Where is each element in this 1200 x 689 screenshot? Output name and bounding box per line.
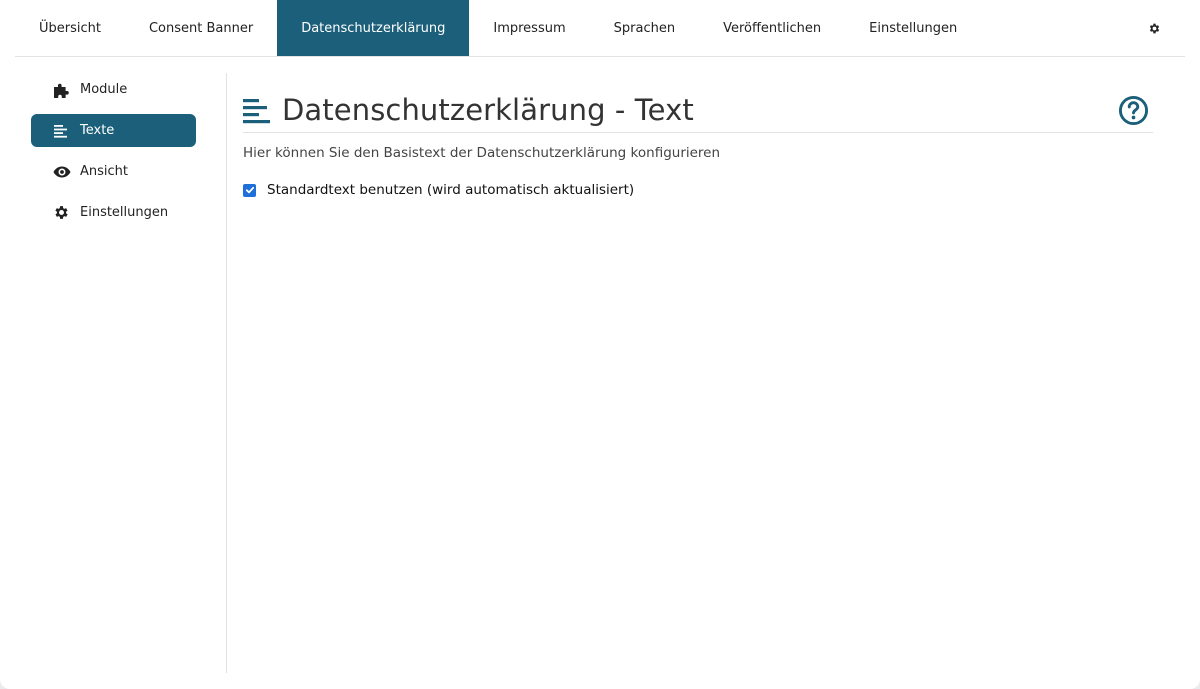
sidebar-item-label: Einstellungen <box>80 205 169 220</box>
sidebar-item-texte[interactable]: Texte <box>31 114 196 147</box>
help-button[interactable] <box>1118 95 1149 130</box>
tab-sprachen[interactable]: Sprachen <box>590 0 699 56</box>
sidebar-item-label: Module <box>80 82 128 97</box>
sidebar: Module Texte Ansicht Einstellungen <box>31 73 196 237</box>
align-left-icon <box>243 97 271 125</box>
tab-impressum[interactable]: Impressum <box>469 0 589 56</box>
top-navigation: Übersicht Consent Banner Datenschutzerkl… <box>15 0 1185 57</box>
align-left-icon <box>53 123 73 139</box>
app-window: Übersicht Consent Banner Datenschutzerkl… <box>0 0 1200 689</box>
tab-datenschutzerklaerung[interactable]: Datenschutzerklärung <box>277 0 470 56</box>
sidebar-item-label: Ansicht <box>80 164 129 179</box>
eye-icon <box>53 164 73 180</box>
sidebar-divider <box>226 73 227 673</box>
check-icon <box>245 186 254 194</box>
settings-button[interactable] <box>1148 0 1161 56</box>
main-content: Datenschutzerklärung - Text Hier können … <box>243 90 1153 198</box>
sidebar-item-label: Texte <box>80 123 115 138</box>
question-circle-icon <box>1118 95 1149 126</box>
page-header: Datenschutzerklärung - Text <box>243 90 1153 133</box>
sidebar-item-module[interactable]: Module <box>31 73 196 106</box>
gear-icon <box>53 205 73 221</box>
default-text-checkbox[interactable] <box>243 183 256 197</box>
sidebar-item-einstellungen[interactable]: Einstellungen <box>31 196 196 229</box>
tab-consent-banner[interactable]: Consent Banner <box>125 0 277 56</box>
checkbox-label[interactable]: Standardtext benutzen (wird automatisch … <box>267 182 634 198</box>
tab-einstellungen[interactable]: Einstellungen <box>845 0 981 56</box>
page-description: Hier können Sie den Basistext der Datens… <box>243 145 721 161</box>
page-title: Datenschutzerklärung - Text <box>282 93 694 127</box>
tab-uebersicht[interactable]: Übersicht <box>15 0 125 56</box>
tab-veroeffentlichen[interactable]: Veröffentlichen <box>699 0 845 56</box>
sidebar-item-ansicht[interactable]: Ansicht <box>31 155 196 188</box>
puzzle-icon <box>53 82 73 98</box>
gear-icon <box>1149 23 1160 33</box>
default-text-option: Standardtext benutzen (wird automatisch … <box>243 182 1153 198</box>
